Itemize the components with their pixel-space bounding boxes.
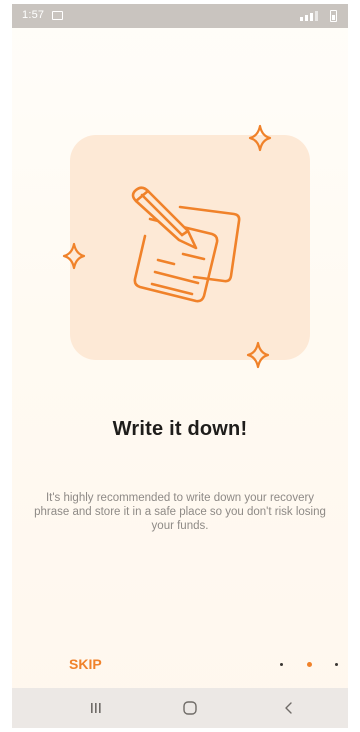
page-title: Write it down! [112, 418, 248, 440]
write-it-down-illustration [62, 124, 310, 369]
recent-apps-icon [91, 703, 101, 713]
system-navigation-bar [12, 688, 348, 728]
home-icon [183, 701, 197, 715]
skip-button[interactable]: SKIP [69, 656, 102, 672]
page-indicator [274, 659, 344, 671]
illustration-background [70, 135, 310, 360]
home-button[interactable] [160, 688, 220, 728]
page-dot-3 [335, 663, 338, 666]
page-dot-2-active [307, 662, 312, 667]
back-icon [285, 702, 292, 714]
page-description: It's highly recommended to write down yo… [34, 492, 326, 532]
recent-apps-button[interactable] [68, 688, 128, 728]
back-button[interactable] [258, 688, 318, 728]
screen: 1:57 Write it down! It's highly recommen… [0, 0, 360, 732]
page-dot-1 [280, 663, 283, 666]
phone-screen: 1:57 Write it down! It's highly recommen… [12, 4, 348, 728]
